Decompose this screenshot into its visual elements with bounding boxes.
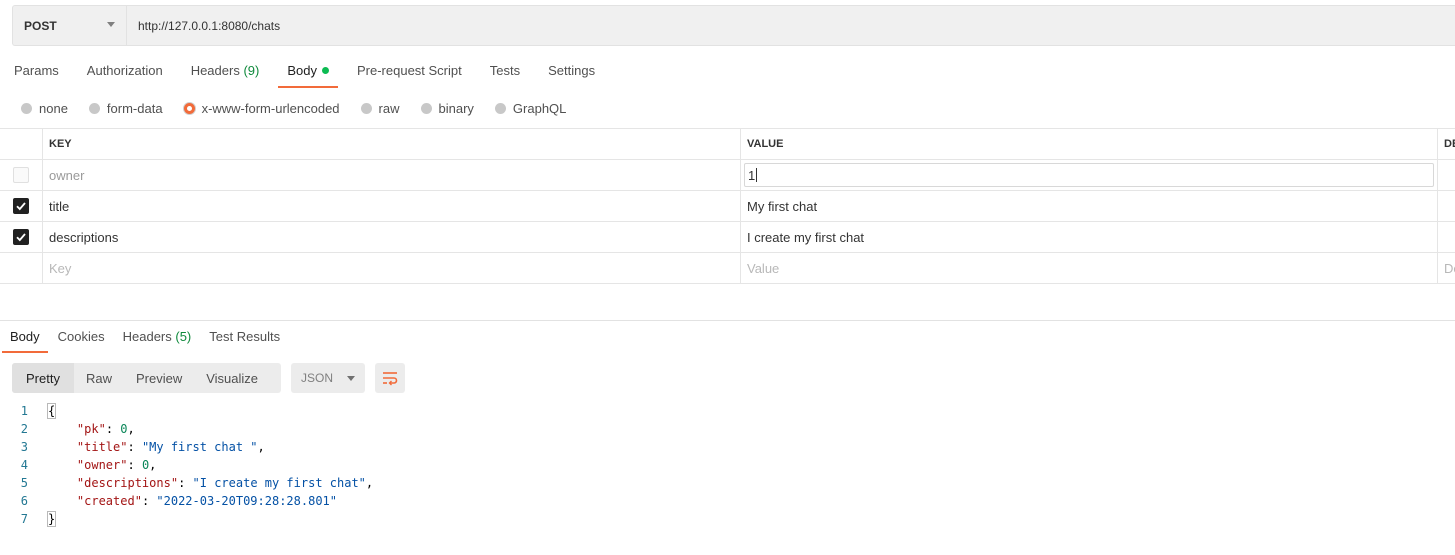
tab-pre-request-script[interactable]: Pre-request Script — [357, 58, 462, 88]
active-dot-icon — [321, 67, 329, 74]
radio-raw[interactable]: raw — [360, 101, 400, 116]
row-description[interactable] — [1438, 222, 1455, 252]
table-row: descriptions I create my first chat — [0, 222, 1455, 253]
tab-tests[interactable]: Tests — [490, 58, 520, 88]
check-icon — [16, 233, 26, 242]
url-bar: POST http://127.0.0.1:8080/chats — [12, 5, 1455, 46]
response-tab-test-results[interactable]: Test Results — [209, 327, 280, 353]
chevron-down-icon — [107, 22, 115, 27]
column-value-header: VALUE — [741, 129, 1438, 159]
tab-headers[interactable]: Headers (9) — [191, 58, 260, 88]
code-line: 2 "pk": 0, — [20, 422, 135, 436]
radio-x-www-form-urlencoded[interactable]: x-www-form-urlencoded — [183, 101, 340, 116]
url-input[interactable]: http://127.0.0.1:8080/chats — [127, 6, 1455, 45]
row-key[interactable]: descriptions — [43, 222, 741, 252]
row-description[interactable] — [1438, 160, 1455, 190]
radio-icon — [360, 102, 372, 114]
code-line: 5 "descriptions": "I create my first cha… — [20, 476, 374, 490]
radio-icon — [21, 102, 32, 114]
view-pretty-button[interactable]: Pretty — [12, 363, 74, 393]
radio-icon — [494, 102, 506, 114]
table-header: KEY VALUE DE — [0, 129, 1455, 160]
view-mode-group: Pretty Raw Preview Visualize — [12, 363, 281, 393]
code-line: 6 "created": "2022-03-20T09:28:28.801" — [20, 494, 338, 508]
view-visualize-button[interactable]: Visualize — [194, 363, 270, 393]
tab-settings[interactable]: Settings — [548, 58, 595, 88]
row-checkbox[interactable] — [13, 167, 29, 183]
radio-form-data[interactable]: form-data — [88, 101, 163, 116]
row-checkbox[interactable] — [13, 229, 29, 245]
method-select[interactable]: POST — [13, 6, 127, 45]
tab-params[interactable]: Params — [14, 58, 59, 88]
view-preview-button[interactable]: Preview — [124, 363, 194, 393]
check-icon — [16, 202, 26, 211]
row-description[interactable] — [1438, 191, 1455, 221]
headers-count: (9) — [243, 63, 260, 78]
radio-selected-icon — [183, 102, 195, 114]
radio-icon — [420, 102, 432, 114]
response-tab-body[interactable]: Body — [2, 327, 48, 353]
code-line: 3 "title": "My first chat ", — [20, 440, 265, 454]
new-value-input[interactable]: Value — [741, 253, 1438, 283]
row-value[interactable]: My first chat — [741, 191, 1438, 221]
response-tab-cookies[interactable]: Cookies — [58, 327, 105, 353]
table-row: title My first chat — [0, 191, 1455, 222]
row-checkbox[interactable] — [13, 198, 29, 214]
radio-none[interactable]: none — [21, 101, 68, 116]
response-body: 1{ 2 "pk": 0, 3 "title": "My first chat … — [0, 402, 373, 528]
wrap-lines-button[interactable] — [375, 363, 405, 393]
method-label: POST — [24, 18, 57, 33]
new-key-input[interactable]: Key — [43, 253, 741, 283]
view-raw-button[interactable]: Raw — [74, 363, 124, 393]
new-description-input[interactable]: De — [1438, 253, 1455, 283]
row-value-input[interactable]: 1 — [744, 163, 1434, 187]
wrap-lines-icon — [383, 372, 398, 386]
response-headers-count: (5) — [175, 329, 192, 344]
request-tabs: Params Authorization Headers (9) Body Pr… — [0, 58, 609, 88]
code-line: 7} — [20, 511, 57, 527]
row-key[interactable]: owner — [43, 160, 741, 190]
radio-binary[interactable]: binary — [420, 101, 474, 116]
response-tab-headers[interactable]: Headers (5) — [123, 327, 192, 353]
tab-authorization[interactable]: Authorization — [87, 58, 163, 88]
table-row: owner 1 — [0, 160, 1455, 191]
body-type-radios: none form-data x-www-form-urlencoded raw… — [21, 99, 587, 117]
response-tabs: Body Cookies Headers (5) Test Results — [0, 327, 288, 353]
column-description-header: DE — [1444, 138, 1455, 150]
radio-graphql[interactable]: GraphQL — [494, 101, 566, 116]
text-cursor — [756, 168, 758, 182]
code-line: 1{ — [20, 403, 57, 419]
pane-divider[interactable] — [0, 320, 1455, 321]
chevron-down-icon — [347, 376, 355, 381]
code-line: 4 "owner": 0, — [20, 458, 157, 472]
tab-body[interactable]: Body — [278, 58, 338, 88]
format-select[interactable]: JSON — [291, 363, 365, 393]
column-key-header: KEY — [43, 129, 741, 159]
params-table: KEY VALUE DE owner 1 title My first chat… — [0, 128, 1455, 284]
row-value[interactable]: I create my first chat — [741, 222, 1438, 252]
radio-icon — [88, 102, 100, 114]
table-row-new: Key Value De — [0, 253, 1455, 284]
row-key[interactable]: title — [43, 191, 741, 221]
